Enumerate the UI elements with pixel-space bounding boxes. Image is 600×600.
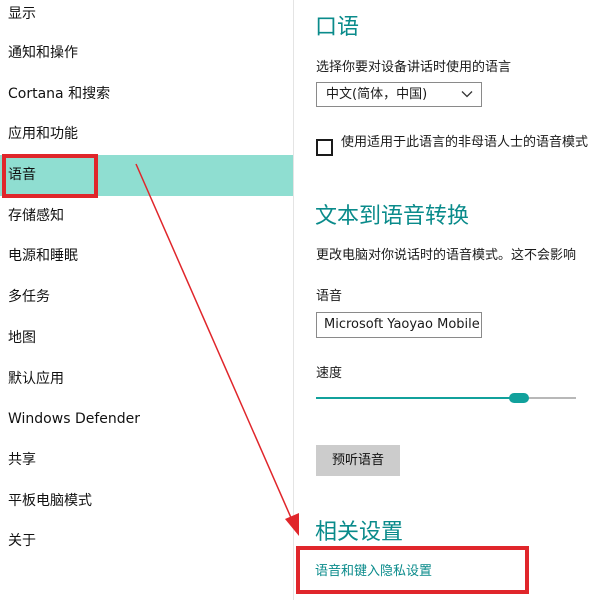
speed-slider[interactable] — [316, 388, 576, 408]
speech-language-select[interactable]: 中文(简体，中国) — [316, 82, 482, 107]
voice-label: 语音 — [316, 289, 343, 304]
sidebar-item-display[interactable]: 显示 — [0, 0, 293, 35]
sidebar-item-multitasking[interactable]: 多任务 — [0, 277, 293, 318]
sidebar-item-windows-defender[interactable]: Windows Defender — [0, 399, 293, 440]
sidebar-item-maps[interactable]: 地图 — [0, 318, 293, 359]
annotation-box-speech-item — [2, 154, 98, 198]
speed-slider-fill — [316, 397, 519, 399]
speech-language-value: 中文(简体，中国) — [326, 87, 428, 102]
sidebar-item-sharing[interactable]: 共享 — [0, 440, 293, 481]
speech-heading: 口语 — [315, 15, 360, 40]
tts-description: 更改电脑对你说话时的语音模式。这不会影响 — [316, 248, 577, 263]
speed-label: 速度 — [316, 366, 343, 381]
non-native-accent-checkbox[interactable] — [316, 139, 333, 156]
related-settings-heading: 相关设置 — [315, 520, 404, 545]
voice-select[interactable]: Microsoft Yaoyao Mobile — [316, 312, 482, 338]
sidebar-item-about[interactable]: 关于 — [0, 521, 293, 562]
sidebar-item-tablet-mode[interactable]: 平板电脑模式 — [0, 481, 293, 522]
sidebar-item-notifications[interactable]: 通知和操作 — [0, 33, 293, 74]
preview-voice-button[interactable]: 预听语音 — [316, 445, 400, 476]
non-native-accent-label: 使用适用于此语言的非母语人士的语音模式 — [341, 135, 589, 150]
settings-sidebar: 显示 通知和操作 Cortana 和搜索 应用和功能 语音 存储感知 电源和睡眠… — [0, 0, 293, 600]
sidebar-item-power[interactable]: 电源和睡眠 — [0, 236, 293, 277]
annotation-box-privacy-link — [296, 546, 529, 594]
chevron-down-icon — [461, 91, 473, 98]
sidebar-item-apps[interactable]: 应用和功能 — [0, 114, 293, 155]
sidebar-item-storage[interactable]: 存储感知 — [0, 196, 293, 237]
sidebar-item-default-apps[interactable]: 默认应用 — [0, 359, 293, 400]
tts-heading: 文本到语音转换 — [315, 204, 470, 229]
language-prompt: 选择你要对设备讲话时使用的语言 — [316, 60, 512, 75]
sidebar-item-cortana[interactable]: Cortana 和搜索 — [0, 74, 293, 115]
speech-settings-pane: 口语 选择你要对设备讲话时使用的语言 中文(简体，中国) 使用适用于此语言的非母… — [294, 0, 600, 600]
speed-slider-thumb[interactable] — [508, 393, 529, 403]
